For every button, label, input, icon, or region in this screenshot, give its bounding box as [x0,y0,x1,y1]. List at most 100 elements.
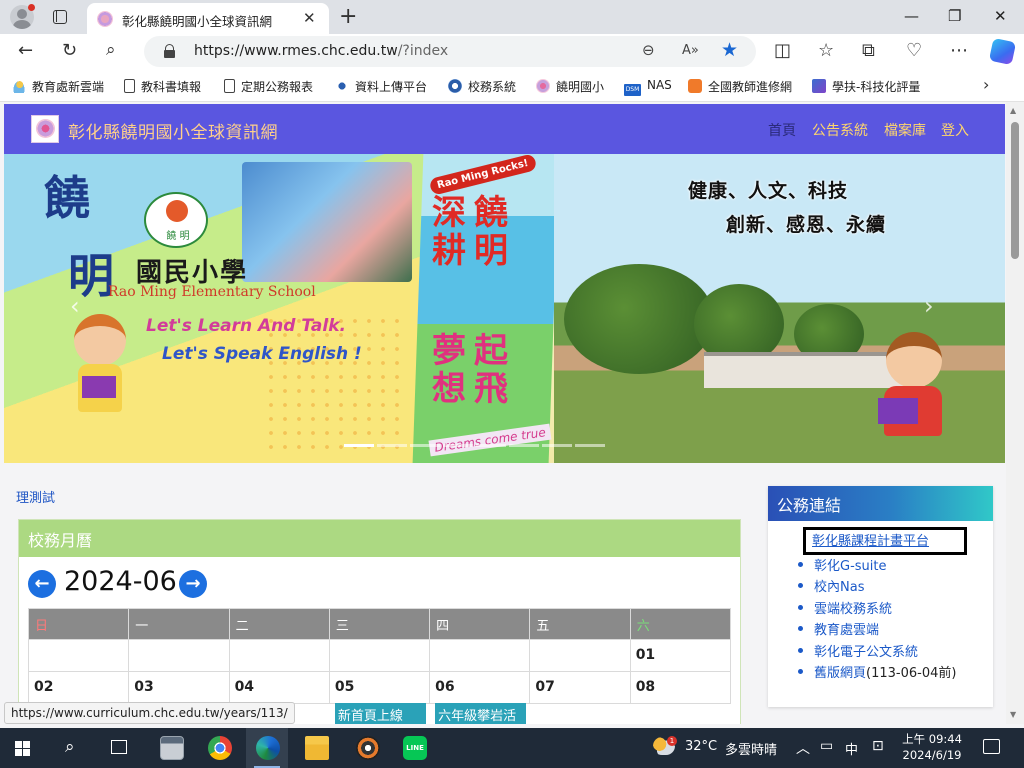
new-tab-button[interactable]: + [339,4,357,29]
calendar-day-cell[interactable]: 05 新首頁上線 [328,671,431,724]
calendar-day-cell[interactable]: 03 [128,671,230,704]
carousel-indicator[interactable] [344,444,374,447]
banner-vertical-3: 夢想 [432,331,466,409]
read-aloud-icon[interactable]: A» [682,43,699,58]
chevron-right-icon[interactable]: › [983,75,989,94]
weather-text[interactable]: 多雲時晴 [725,739,777,758]
link-item-anchor[interactable]: 雲端校務系統 [814,602,892,617]
page-scrollbar[interactable]: ▲ ▼ [1006,102,1024,724]
line-app-icon[interactable]: LINE [403,736,427,760]
carousel-indicator[interactable] [476,444,506,447]
temperature[interactable]: 32°C [685,739,717,754]
link-item-anchor[interactable]: 教育處雲端 [814,623,879,638]
favorite-star-icon[interactable]: ★ [721,39,738,61]
close-window-button[interactable]: ✕ [994,7,1007,25]
carousel-indicator[interactable] [575,444,605,447]
link-item-anchor[interactable]: 校內Nas [814,580,864,595]
file-explorer-icon[interactable] [305,736,329,760]
calendar-day-cell[interactable]: 07 [529,671,631,704]
chrome-icon[interactable] [208,736,232,760]
favorite-teacher-training[interactable]: 全國教師進修網 [688,78,792,95]
carousel-indicator[interactable] [377,444,407,447]
calendar-event[interactable]: 六年級攀岩活 [435,703,527,724]
copilot-icon[interactable] [988,37,1017,66]
calendar-day-cell[interactable]: 06 六年級攀岩活 [429,671,531,724]
edge-taskbar-button[interactable] [246,728,288,768]
scroll-up-icon[interactable]: ▲ [1010,106,1016,115]
nav-announcements[interactable]: 公告系統 [812,120,868,140]
search-icon[interactable]: ⌕ [65,737,75,757]
favorite-rmes[interactable]: 饒明國小 [536,78,604,95]
site-title[interactable]: 彰化縣饒明國小全球資訊網 [68,118,278,143]
school-flower-icon [536,79,550,93]
carousel-next-icon[interactable]: › [924,292,934,320]
nav-home[interactable]: 首頁 [768,120,796,140]
calendar-day-cell[interactable]: 08 [629,671,732,704]
school-logo-icon[interactable] [31,115,59,143]
carousel-indicator[interactable] [542,444,572,447]
nav-login[interactable]: 登入 [941,120,969,140]
favorite-school-system[interactable]: 校務系統 [448,78,516,95]
tab-actions-icon[interactable] [50,7,70,27]
next-month-icon[interactable]: → [179,570,207,598]
lock-icon[interactable] [164,44,175,58]
browser-essentials-icon[interactable]: ♡ [906,40,922,61]
ime-mode-icon[interactable]: ⊡ [872,738,884,754]
zoom-out-icon[interactable]: ⊖ [642,41,655,59]
windows-logo-icon [15,741,30,756]
link-item-anchor[interactable]: 彰化縣課程計畫平台 [812,534,929,549]
scroll-thumb[interactable] [1011,122,1019,259]
calendar-day-cell [429,639,531,672]
calendar-event[interactable]: 新首頁上線 [334,703,426,724]
favorites-icon[interactable]: ☆ [818,40,834,61]
carousel-indicator[interactable] [509,444,539,447]
back-arrow-icon[interactable]: ← [18,40,33,61]
scroll-down-icon[interactable]: ▼ [1010,710,1016,719]
media-player-icon[interactable] [356,736,380,760]
address-url[interactable]: https://www.rmes.chc.edu.tw/?index [194,43,448,59]
banner-school-name-en: Rao Ming Elementary School [108,284,316,300]
carousel-indicators[interactable] [344,436,608,451]
split-screen-icon[interactable]: ◫ [774,40,791,61]
carousel-indicator[interactable] [410,444,440,447]
tab-close-icon[interactable]: ✕ [303,9,316,27]
calculator-icon[interactable] [160,736,184,760]
favorite-upload[interactable]: 資料上傳平台 [335,78,427,95]
browser-tab-active[interactable]: 彰化縣饒明國小全球資訊網 ✕ [87,3,329,34]
minimize-button[interactable]: — [904,7,919,25]
chevron-up-icon[interactable]: ︿ [796,738,810,758]
start-button[interactable] [0,728,42,768]
system-icon [448,79,462,93]
favorite-edu-cloud[interactable]: 教育處新雲端 [12,78,104,95]
page-viewport[interactable]: 彰化縣饒明國小全球資訊網 首頁 公告系統 檔案庫 登入 饒 明 饒 明 國民小學… [0,102,1006,724]
restore-button[interactable]: ❐ [948,7,961,25]
carousel-indicator[interactable] [443,444,473,447]
status-bar-url: https://www.curriculum.chc.edu.tw/years/… [4,702,295,724]
weekday-header: 日 [27,608,130,640]
refresh-icon[interactable]: ↻ [62,40,77,61]
hero-carousel[interactable]: 饒 明 饒 明 國民小學 Rao Ming Elementary School … [4,154,1005,463]
calendar-day-cell[interactable]: 04 [228,671,330,704]
prev-month-icon[interactable]: ← [28,570,56,598]
partial-link[interactable]: 理測試 [16,487,55,506]
favorite-reports[interactable]: 定期公務報表 [224,78,313,95]
collections-icon[interactable]: ⧉ [862,40,875,61]
network-icon[interactable]: ▭ [820,738,833,754]
calendar-day-cell[interactable]: 02 [27,671,130,704]
favorite-assessment[interactable]: 學扶-科技化評量 [812,78,920,95]
favorite-nas[interactable]: DSM NAS [624,78,672,96]
task-view-icon[interactable] [111,740,127,754]
favorite-textbook[interactable]: 教科書填報 [124,78,201,95]
address-bar[interactable]: https://www.rmes.chc.edu.tw/?index ⊖ A» … [144,36,756,67]
calendar-day-cell[interactable]: 01 [629,639,732,672]
link-item-anchor[interactable]: 彰化電子公文系統 [814,645,918,660]
nav-files[interactable]: 檔案庫 [884,120,926,140]
notification-icon[interactable] [983,739,1000,754]
clock[interactable]: 上午 09:44 2024/6/19 [898,731,966,763]
search-icon[interactable]: ⌕ [106,40,116,60]
ime-indicator[interactable]: 中 [845,739,858,758]
carousel-prev-icon[interactable]: ‹ [70,292,80,320]
link-item-anchor[interactable]: 舊版網頁 [814,666,866,681]
more-menu-icon[interactable]: ⋯ [950,40,968,61]
link-item-anchor[interactable]: 彰化G-suite [814,559,886,574]
